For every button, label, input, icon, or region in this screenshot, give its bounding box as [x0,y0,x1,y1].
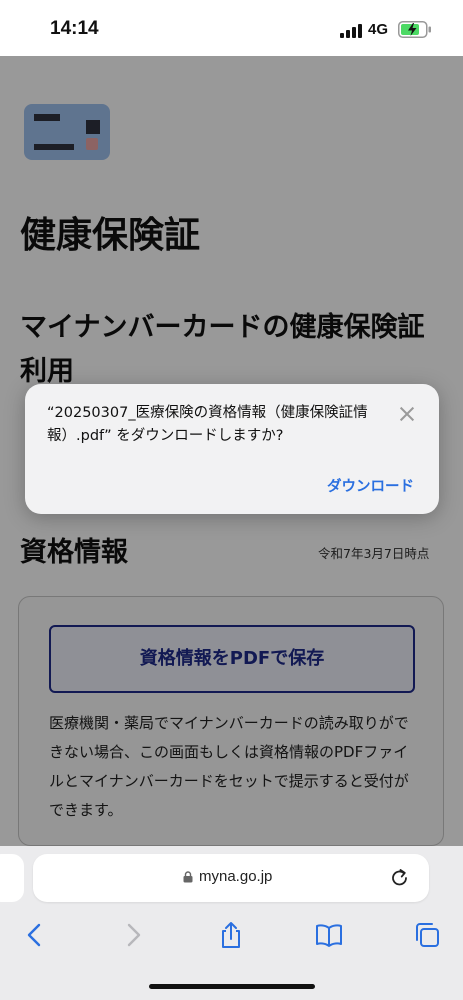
address-bar-area: myna.go.jp [0,846,463,910]
lock-icon [183,871,193,883]
battery-icon [398,21,431,38]
previous-tab-peek[interactable] [0,854,24,902]
share-icon[interactable] [216,920,246,950]
download-button[interactable]: ダウンロード [327,475,414,496]
dialog-message: “20250307_医療保険の資格情報（健康保険証情報）.pdf” をダウンロー… [47,405,368,444]
browser-toolbar [0,910,463,1000]
reload-icon[interactable] [389,867,411,889]
back-chevron-icon[interactable] [20,920,50,950]
download-dialog: “20250307_医療保険の資格情報（健康保険証情報）.pdf” をダウンロー… [25,384,439,514]
network-label: 4G [368,21,389,38]
address-bar[interactable]: myna.go.jp [33,854,429,902]
status-bar: 14:14 4G [0,0,463,56]
status-time: 14:14 [50,18,99,39]
forward-chevron-icon[interactable] [118,920,148,950]
url-text: myna.go.jp [199,868,273,885]
tabs-icon[interactable] [412,920,442,950]
book-icon[interactable] [314,920,344,950]
signal-icon [340,24,362,38]
home-indicator[interactable] [149,984,315,989]
close-icon[interactable] [399,406,415,422]
